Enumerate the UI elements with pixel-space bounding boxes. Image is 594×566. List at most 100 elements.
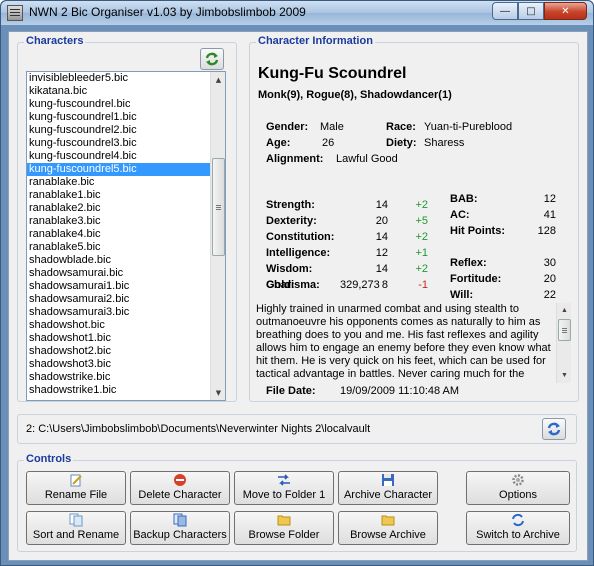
list-item[interactable]: ranablake5.bic <box>27 241 225 254</box>
character-list[interactable]: invisiblebleeder5.bic kikatana.bic kung-fu… <box>26 71 226 401</box>
save-value: 30 <box>543 257 556 269</box>
list-item[interactable]: shadowstrike.bic <box>27 371 225 384</box>
ability-score: 14 <box>375 263 388 275</box>
list-item[interactable]: shadowshot1.bic <box>27 332 225 345</box>
move-to-folder-button[interactable]: Move to Folder 1 <box>234 471 334 505</box>
character-description[interactable]: Highly trained in unarmed combat and usi… <box>256 303 571 383</box>
character-name: Kung-Fu Scoundrel <box>258 65 407 82</box>
save-label: Will: <box>450 289 474 301</box>
age-value: 26 <box>322 137 335 149</box>
character-info-label: Character Information <box>256 35 375 47</box>
list-item[interactable]: ranablake4.bic <box>27 228 225 241</box>
browse-folder-button[interactable]: Browse Folder <box>234 511 334 545</box>
delete-character-button[interactable]: Delete Character <box>130 471 230 505</box>
minimize-button[interactable]: ― <box>492 2 518 20</box>
ability-label: Intelligence: <box>266 247 331 259</box>
app-window: NWN 2 Bic Organiser v1.03 by Jimbobslimb… <box>0 0 594 566</box>
list-item[interactable]: shadowstrike1.bic <box>27 384 225 397</box>
list-item[interactable]: shadowsamurai1.bic <box>27 280 225 293</box>
gear-icon <box>512 474 524 486</box>
list-item[interactable]: kikatana.bic <box>27 85 225 98</box>
close-button[interactable]: ✕ <box>544 2 587 20</box>
description-line: tactical advantage in battles. Never car… <box>256 368 525 380</box>
archive-character-button[interactable]: Archive Character <box>338 471 438 505</box>
ability-score: 12 <box>375 247 388 259</box>
deity-label: Diety: <box>386 137 417 149</box>
refresh-list-button[interactable] <box>200 48 224 70</box>
combat-stat-value: 12 <box>543 193 556 205</box>
scroll-down-arrow[interactable]: ▼ <box>212 385 225 400</box>
switch-folder-button[interactable] <box>542 418 566 440</box>
ability-label: Strength: <box>266 199 315 211</box>
maximize-button[interactable]: □ <box>518 2 544 20</box>
gender-label: Gender: <box>266 121 309 133</box>
list-item[interactable]: shadowsamurai3.bic <box>27 306 225 319</box>
ability-label: Wisdom: <box>266 263 313 275</box>
refresh-icon <box>205 52 219 66</box>
list-item[interactable]: ranablake.bic <box>27 176 225 189</box>
character-list-scrollbar[interactable]: ▲ ▼ <box>210 72 225 400</box>
title-bar[interactable]: NWN 2 Bic Organiser v1.03 by Jimbobslimb… <box>1 1 593 25</box>
app-icon <box>7 5 23 21</box>
client-area: Characters invisiblebleeder5.bic kikatana… <box>8 31 588 561</box>
ability-modifier: +2 <box>415 199 428 211</box>
scroll-thumb[interactable] <box>212 158 225 256</box>
list-item[interactable]: ranablake3.bic <box>27 215 225 228</box>
delete-icon <box>174 474 186 486</box>
characters-group: Characters invisiblebleeder5.bic kikatana… <box>17 35 237 402</box>
combat-stat-value: 41 <box>543 209 556 221</box>
list-item[interactable]: shadowsamurai2.bic <box>27 293 225 306</box>
list-item[interactable]: shadowsamurai.bic <box>27 267 225 280</box>
browse-archive-button[interactable]: Browse Archive <box>338 511 438 545</box>
ability-score: 14 <box>375 231 388 243</box>
gender-value: Male <box>320 121 344 133</box>
combat-stat-value: 128 <box>537 225 556 237</box>
list-item[interactable]: shadowshot2.bic <box>27 345 225 358</box>
character-info-group: Character Information Kung-Fu Scoundrel … <box>249 35 579 402</box>
folder-icon <box>277 515 291 526</box>
ability-modifier: +2 <box>415 231 428 243</box>
list-item[interactable]: kung-fuscoundrel3.bic <box>27 137 225 150</box>
list-item[interactable]: invisiblebleeder5.bic <box>27 72 225 85</box>
list-item[interactable]: shadowshot3.bic <box>27 358 225 371</box>
list-item[interactable]: ranablake1.bic <box>27 189 225 202</box>
list-item[interactable]: kung-fuscoundrel5.bic <box>27 163 225 176</box>
save-value: 20 <box>543 273 556 285</box>
desc-scroll-down-arrow[interactable]: ▼ <box>558 368 571 383</box>
rename-icon <box>70 474 82 487</box>
list-item[interactable]: shadowblade.bic <box>27 254 225 267</box>
description-line: Highly trained in unarmed combat and usi… <box>256 303 519 315</box>
swap-arrows-icon <box>547 422 561 436</box>
list-item[interactable]: kung-fuscoundrel2.bic <box>27 124 225 137</box>
description-line: outmanoeuvre his opponents comes as natu… <box>256 316 541 328</box>
rename-file-button[interactable]: Rename File <box>26 471 126 505</box>
desc-scroll-thumb[interactable] <box>558 319 571 341</box>
list-item[interactable]: shadowshot.bic <box>27 319 225 332</box>
race-value: Yuan-ti-Pureblood <box>424 121 513 133</box>
list-item[interactable]: ranablake2.bic <box>27 202 225 215</box>
alignment-label: Alignment: <box>266 153 324 165</box>
controls-group: Controls Rename File Delete Character Mo… <box>17 453 577 552</box>
ability-modifier: -1 <box>418 279 428 291</box>
description-line: breathing does to you and me. His fast r… <box>256 329 539 341</box>
combat-stat-label: AC: <box>450 209 470 221</box>
race-label: Race: <box>386 121 416 133</box>
ability-modifier: +5 <box>415 215 428 227</box>
list-item[interactable]: kung-fuscoundrel4.bic <box>27 150 225 163</box>
gold-label: Gold: <box>266 279 295 291</box>
folder-path-bar: 2: C:\Users\Jimbobslimbob\Documents\Neve… <box>17 414 577 444</box>
sort-and-rename-button[interactable]: Sort and Rename <box>26 511 126 545</box>
description-line: hit them. He is very quick on his feet, … <box>256 355 546 367</box>
list-item[interactable]: kung-fuscoundrel.bic <box>27 98 225 111</box>
desc-scroll-up-arrow[interactable]: ▲ <box>558 303 571 318</box>
backup-characters-button[interactable]: Backup Characters <box>130 511 230 545</box>
save-label: Fortitude: <box>450 273 502 285</box>
switch-to-archive-button[interactable]: Switch to Archive <box>466 511 570 545</box>
list-item[interactable]: kung-fuscoundrel1.bic <box>27 111 225 124</box>
options-button[interactable]: Options <box>466 471 570 505</box>
file-date-value: 19/09/2009 11:10:48 AM <box>340 385 460 397</box>
combat-stat-label: BAB: <box>450 193 478 205</box>
controls-label: Controls <box>24 453 74 465</box>
description-scrollbar[interactable]: ▲ ▼ <box>556 303 571 383</box>
scroll-up-arrow[interactable]: ▲ <box>212 72 225 87</box>
